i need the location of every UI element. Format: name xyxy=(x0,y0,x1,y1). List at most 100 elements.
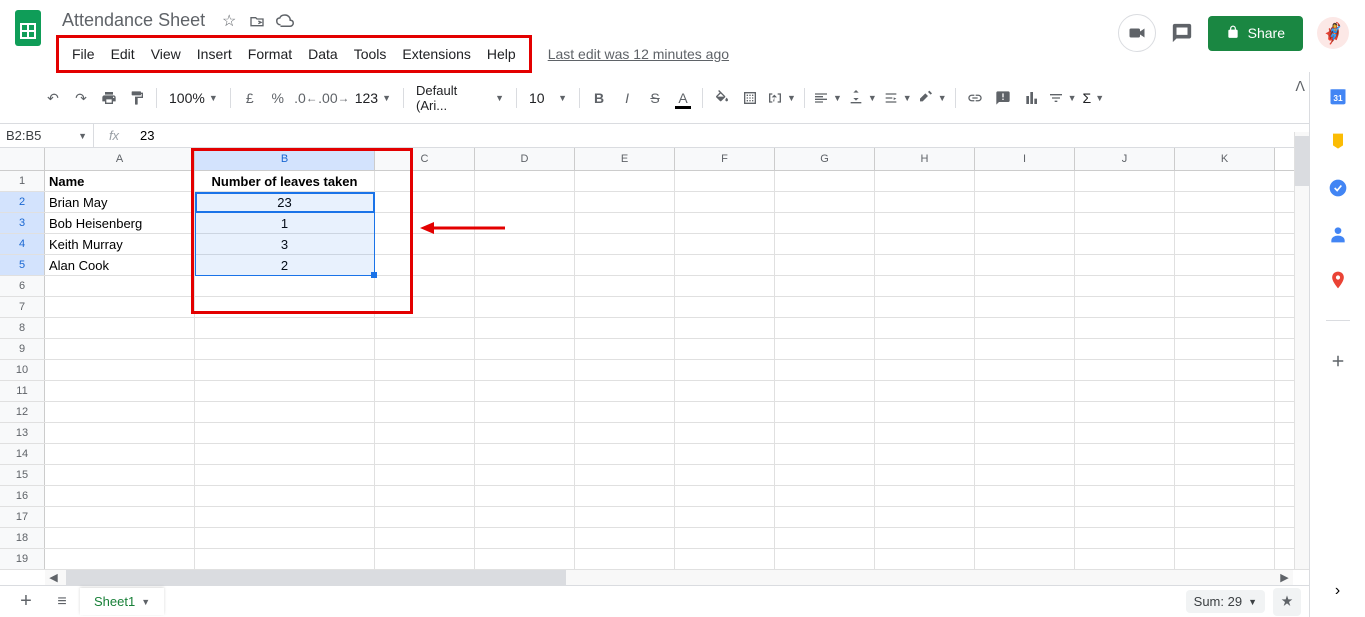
cell-E13[interactable] xyxy=(575,423,675,443)
cell-G5[interactable] xyxy=(775,255,875,275)
cell-F3[interactable] xyxy=(675,213,775,233)
cell-A18[interactable] xyxy=(45,528,195,548)
cell-J12[interactable] xyxy=(1075,402,1175,422)
cell-K17[interactable] xyxy=(1175,507,1275,527)
cell-K14[interactable] xyxy=(1175,444,1275,464)
cell-J17[interactable] xyxy=(1075,507,1175,527)
cell-K11[interactable] xyxy=(1175,381,1275,401)
v-align-dropdown[interactable]: ▼ xyxy=(846,88,879,108)
col-header-K[interactable]: K xyxy=(1175,148,1275,170)
cell-J5[interactable] xyxy=(1075,255,1175,275)
cell-J16[interactable] xyxy=(1075,486,1175,506)
wrap-dropdown[interactable]: ▼ xyxy=(881,88,914,108)
cell-I16[interactable] xyxy=(975,486,1075,506)
cell-F12[interactable] xyxy=(675,402,775,422)
cell-G12[interactable] xyxy=(775,402,875,422)
cell-B16[interactable] xyxy=(195,486,375,506)
cell-A10[interactable] xyxy=(45,360,195,380)
cell-G2[interactable] xyxy=(775,192,875,212)
comments-icon[interactable] xyxy=(1170,21,1194,45)
cell-F7[interactable] xyxy=(675,297,775,317)
cell-H5[interactable] xyxy=(875,255,975,275)
cell-I6[interactable] xyxy=(975,276,1075,296)
cell-F14[interactable] xyxy=(675,444,775,464)
cell-I11[interactable] xyxy=(975,381,1075,401)
menu-data[interactable]: Data xyxy=(301,42,345,66)
h-scroll-thumb[interactable] xyxy=(66,570,566,585)
cell-D12[interactable] xyxy=(475,402,575,422)
row-header-14[interactable]: 14 xyxy=(0,444,45,464)
move-icon[interactable] xyxy=(247,11,267,31)
cell-G15[interactable] xyxy=(775,465,875,485)
cell-H9[interactable] xyxy=(875,339,975,359)
decrease-decimal-button[interactable]: .0← xyxy=(293,85,319,111)
cell-J3[interactable] xyxy=(1075,213,1175,233)
col-header-F[interactable]: F xyxy=(675,148,775,170)
cell-G8[interactable] xyxy=(775,318,875,338)
horizontal-scrollbar[interactable]: ◀ ▶ xyxy=(45,570,1293,585)
cell-A17[interactable] xyxy=(45,507,195,527)
paint-format-button[interactable] xyxy=(124,85,150,111)
collapse-panel-button[interactable]: › xyxy=(1328,581,1348,601)
collapse-toolbar-button[interactable]: ᐱ xyxy=(1295,78,1305,95)
cell-C12[interactable] xyxy=(375,402,475,422)
cell-J19[interactable] xyxy=(1075,549,1175,569)
selection-handle[interactable] xyxy=(371,272,377,278)
cell-I9[interactable] xyxy=(975,339,1075,359)
cell-J13[interactable] xyxy=(1075,423,1175,443)
cell-D13[interactable] xyxy=(475,423,575,443)
cell-G18[interactable] xyxy=(775,528,875,548)
cell-F10[interactable] xyxy=(675,360,775,380)
cell-E2[interactable] xyxy=(575,192,675,212)
cell-G13[interactable] xyxy=(775,423,875,443)
cell-A14[interactable] xyxy=(45,444,195,464)
col-header-C[interactable]: C xyxy=(375,148,475,170)
cell-G19[interactable] xyxy=(775,549,875,569)
cell-C11[interactable] xyxy=(375,381,475,401)
cell-A8[interactable] xyxy=(45,318,195,338)
cell-K16[interactable] xyxy=(1175,486,1275,506)
cell-E11[interactable] xyxy=(575,381,675,401)
cell-K12[interactable] xyxy=(1175,402,1275,422)
redo-button[interactable]: ↷ xyxy=(68,85,94,111)
doc-title[interactable]: Attendance Sheet xyxy=(56,8,211,33)
cell-I13[interactable] xyxy=(975,423,1075,443)
cell-B17[interactable] xyxy=(195,507,375,527)
cell-E15[interactable] xyxy=(575,465,675,485)
cell-I19[interactable] xyxy=(975,549,1075,569)
cell-I15[interactable] xyxy=(975,465,1075,485)
cell-C19[interactable] xyxy=(375,549,475,569)
cell-B14[interactable] xyxy=(195,444,375,464)
cell-D16[interactable] xyxy=(475,486,575,506)
cell-H2[interactable] xyxy=(875,192,975,212)
col-header-J[interactable]: J xyxy=(1075,148,1175,170)
cell-H12[interactable] xyxy=(875,402,975,422)
cell-F15[interactable] xyxy=(675,465,775,485)
row-header-8[interactable]: 8 xyxy=(0,318,45,338)
contacts-icon[interactable] xyxy=(1328,224,1348,244)
cell-B6[interactable] xyxy=(195,276,375,296)
row-header-15[interactable]: 15 xyxy=(0,465,45,485)
cell-H1[interactable] xyxy=(875,171,975,191)
rotate-dropdown[interactable]: ▼ xyxy=(916,88,949,108)
cell-E18[interactable] xyxy=(575,528,675,548)
col-header-I[interactable]: I xyxy=(975,148,1075,170)
cell-I1[interactable] xyxy=(975,171,1075,191)
cell-A15[interactable] xyxy=(45,465,195,485)
cell-G16[interactable] xyxy=(775,486,875,506)
add-addon-icon[interactable] xyxy=(1328,351,1348,371)
row-header-3[interactable]: 3 xyxy=(0,213,45,233)
cell-B19[interactable] xyxy=(195,549,375,569)
cell-H11[interactable] xyxy=(875,381,975,401)
row-header-19[interactable]: 19 xyxy=(0,549,45,569)
cell-I7[interactable] xyxy=(975,297,1075,317)
cell-F4[interactable] xyxy=(675,234,775,254)
cell-E4[interactable] xyxy=(575,234,675,254)
cell-E12[interactable] xyxy=(575,402,675,422)
cell-D9[interactable] xyxy=(475,339,575,359)
cell-A12[interactable] xyxy=(45,402,195,422)
row-header-13[interactable]: 13 xyxy=(0,423,45,443)
italic-button[interactable]: I xyxy=(614,85,640,111)
zoom-dropdown[interactable]: 100%▼ xyxy=(163,86,224,110)
menu-edit[interactable]: Edit xyxy=(104,42,142,66)
